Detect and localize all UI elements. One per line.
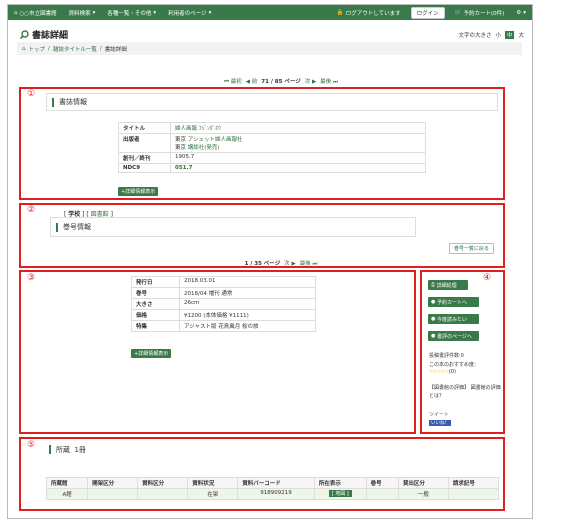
chevron-down-icon: ▾ bbox=[92, 9, 96, 16]
lock-icon: 🔒 bbox=[336, 9, 344, 16]
font-size-medium[interactable]: 中 bbox=[504, 31, 515, 39]
review-page-button[interactable]: ● 書評のページへ bbox=[428, 331, 479, 341]
chevron-down-icon: ▾ bbox=[153, 9, 157, 16]
chevron-down-icon: ▾ bbox=[523, 9, 526, 16]
marker-2: ② bbox=[27, 205, 36, 215]
breadcrumb: ⌂ トップ / 雑誌タイトル一覧 / 書誌詳細 bbox=[17, 42, 522, 55]
font-size-label: 文字の大きさ bbox=[458, 33, 492, 39]
pager-current: 71 / 85 ページ bbox=[261, 79, 301, 85]
holdings-heading: 所蔵 1冊 bbox=[44, 441, 496, 458]
holdings-header-row: 所蔵館 開架区分 資料区分 資料状況 資料バーコード 所在表示 巻号 貸出区分 … bbox=[45, 477, 500, 489]
issue-table: 発行日 2018.03.01 巻号 2018/04 増刊 通常 大きさ 26cm 価格… bbox=[131, 276, 316, 332]
publisher-link[interactable]: アシェット婦人画報社 bbox=[188, 137, 243, 143]
pager-first[interactable]: ⏮ 最初 bbox=[224, 77, 242, 86]
pager-prev[interactable]: ◀ 前 bbox=[246, 77, 258, 86]
issue-detail-button[interactable]: +詳細情報表示 bbox=[131, 349, 172, 358]
pager-top: ⏮ 最初 ◀ 前 71 / 85 ページ 次 ▶ 最後 ⏭ bbox=[0, 77, 562, 86]
font-size-small[interactable]: 小 bbox=[493, 31, 503, 39]
read-later-button[interactable]: ● 今度読みたい bbox=[428, 314, 479, 324]
home-link[interactable]: ⌂ ○○市立図書館 bbox=[8, 9, 63, 17]
volume-pager-current: 1 / 35 ページ bbox=[244, 261, 281, 267]
volume-pager-next[interactable]: 次 ▶ bbox=[284, 259, 296, 268]
review-count: 投稿書評件数:0 bbox=[429, 353, 464, 359]
pager-last[interactable]: 最後 ⏭ bbox=[320, 77, 338, 86]
gear-icon: ⚙ bbox=[516, 9, 522, 16]
volume-pager-last[interactable]: 最後 ⏭ bbox=[300, 259, 318, 268]
map-button[interactable]: [ 地図 ] bbox=[328, 490, 352, 497]
top-nav-bar: ⌂ ○○市立図書館 資料検索 ▾ 各種一覧・その他 ▾ 利用者のページ ▾ 🔒 ログアウト… bbox=[8, 5, 532, 20]
marker-5: ⑤ bbox=[27, 440, 36, 450]
marker-1: ① bbox=[27, 89, 36, 99]
bib-heading: 書誌情報 bbox=[46, 93, 498, 111]
tweet-link[interactable]: ツイート bbox=[429, 411, 449, 418]
font-size-switcher: 文字の大きさ 小 中 大 bbox=[458, 31, 526, 39]
distributor-link[interactable]: 講談社(発売) bbox=[188, 145, 220, 151]
cart-icon: 🛒 bbox=[454, 9, 462, 16]
pager-volume: 1 / 35 ページ 次 ▶ 最後 ⏭ bbox=[0, 259, 562, 268]
rating: ☆☆☆☆☆(0) bbox=[429, 369, 457, 375]
font-size-large[interactable]: 大 bbox=[516, 31, 526, 39]
marker-3: ③ bbox=[27, 273, 36, 283]
pager-next[interactable]: 次 ▶ bbox=[305, 77, 317, 86]
title-link[interactable]: 婦人画報 bbox=[175, 126, 197, 132]
recommend-label: この本のおすすめ度： bbox=[429, 362, 480, 368]
star-rating-icon: ☆☆☆☆☆ bbox=[429, 369, 449, 375]
cart-link[interactable]: 🛒 予約カート(0件) bbox=[449, 9, 511, 17]
like-button[interactable]: いいね！ bbox=[429, 420, 451, 426]
detail-process-button[interactable]: ⎙ 詳細処理 bbox=[428, 280, 468, 290]
page-title-row: 書誌詳細 bbox=[20, 28, 68, 41]
home-icon: ⌂ bbox=[14, 9, 18, 16]
bib-detail-button[interactable]: +詳細情報表示 bbox=[118, 187, 159, 196]
chevron-down-icon: ▾ bbox=[208, 9, 212, 16]
breadcrumb-current: 書誌詳細 bbox=[104, 46, 127, 53]
menu-search[interactable]: 資料検索 ▾ bbox=[63, 9, 102, 17]
bib-table: タイトル 婦人画報 ﾌｼﾞﾝｶﾞﾎｳ 出版者 東京 アシェット婦人画報社 東京 講談社… bbox=[118, 122, 426, 173]
arrow-icon: ● bbox=[431, 333, 436, 339]
marker-4: ④ bbox=[483, 273, 492, 283]
breadcrumb-top[interactable]: トップ bbox=[29, 45, 46, 53]
page-title: 書誌詳細 bbox=[32, 31, 69, 41]
menu-user[interactable]: 利用者のページ ▾ bbox=[162, 9, 217, 17]
holdings-table: 所蔵館 開架区分 資料区分 資料状況 資料バーコード 所在表示 巻号 貸出区分 … bbox=[45, 477, 500, 500]
breadcrumb-magazine-list[interactable]: 雑誌タイトル一覧 bbox=[53, 45, 97, 53]
cart-icon: ● bbox=[431, 299, 436, 305]
menu-lists[interactable]: 各種一覧・その他 ▾ bbox=[101, 9, 162, 17]
volume-heading: 巻号情報 bbox=[50, 217, 416, 237]
add-to-cart-button[interactable]: ● 予約カートへ bbox=[428, 297, 479, 307]
login-status: 🔒 ログアウトしています bbox=[336, 9, 401, 17]
search-icon bbox=[20, 30, 29, 39]
login-button[interactable]: ログイン bbox=[410, 6, 445, 19]
settings-menu[interactable]: ⚙ ▾ bbox=[510, 10, 532, 16]
home-icon: ⌂ bbox=[22, 45, 26, 52]
bookmark-icon: ● bbox=[431, 316, 436, 322]
back-to-volumes-button[interactable]: 巻号一覧に戻る bbox=[449, 243, 495, 254]
staff-review[interactable]: 【図書館の評価】 図書館の評価とは？ bbox=[429, 384, 501, 400]
print-icon: ⎙ bbox=[431, 282, 436, 288]
table-row: A館 在架 918909219 [ 地図 ] 一般 bbox=[45, 488, 500, 500]
